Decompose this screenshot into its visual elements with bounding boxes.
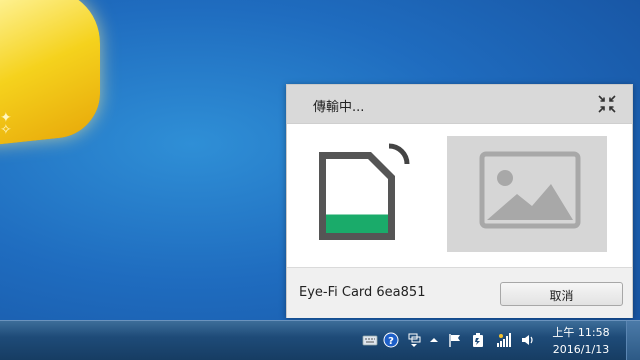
keyboard-icon[interactable] <box>362 332 378 348</box>
network-connections-icon[interactable] <box>406 332 422 348</box>
popup-footer: Eye-Fi Card 6ea851 取消 <box>287 267 632 318</box>
photo-placeholder <box>447 136 607 252</box>
cancel-button[interactable]: 取消 <box>500 282 623 306</box>
transfer-popup: 傳輸中... Eye-Fi Card 6ea851 取消 <box>286 84 633 318</box>
battery-icon[interactable] <box>470 332 486 348</box>
wifi-signal-icon[interactable] <box>496 332 512 348</box>
clock-time: 上午 11:58 <box>552 326 610 339</box>
action-center-flag-icon[interactable] <box>447 332 463 348</box>
chevron-up-icon[interactable] <box>426 332 442 348</box>
popup-body <box>287 124 632 267</box>
collapse-icon[interactable] <box>598 95 616 113</box>
show-desktop-button[interactable] <box>626 321 640 360</box>
sd-card-icon <box>313 134 423 254</box>
transfer-progress-fill <box>326 214 388 233</box>
desktop: ✦ ✧ 傳輸中... Eye-Fi Card 6ea851 取消 ? 上午 11… <box>0 0 640 360</box>
svg-text:?: ? <box>388 336 394 347</box>
wallpaper-sparkle-icon: ✦ ✧ <box>0 110 12 138</box>
popup-header: 傳輸中... <box>287 85 632 124</box>
clock-date: 2016/1/13 <box>552 343 610 356</box>
taskbar: ? 上午 11:58 2016/1/13 <box>0 320 640 360</box>
card-name-label: Eye-Fi Card 6ea851 <box>299 285 426 300</box>
clock[interactable]: 上午 11:58 2016/1/13 <box>548 324 614 358</box>
volume-icon[interactable] <box>520 332 536 348</box>
popup-title: 傳輸中... <box>313 100 365 115</box>
help-icon[interactable]: ? <box>383 332 399 348</box>
